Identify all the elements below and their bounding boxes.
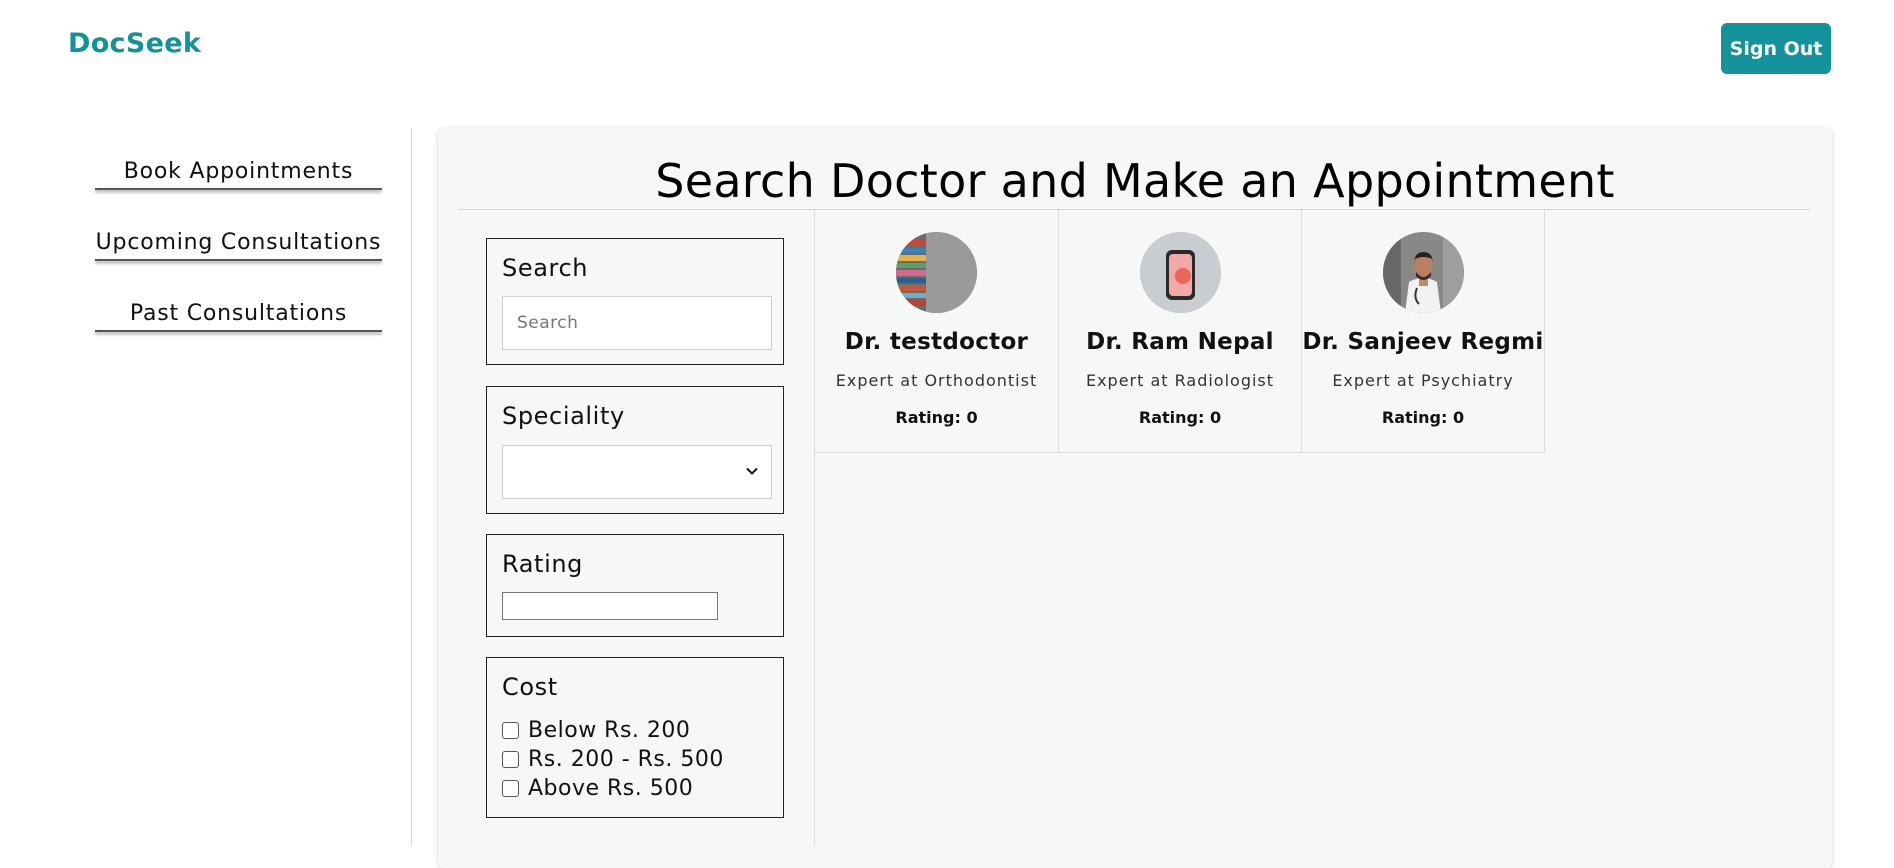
doctor-name: Dr. testdoctor [844,329,1029,355]
checkbox[interactable] [502,722,519,739]
doctor-avatar [1140,232,1221,313]
main-panel: Search Doctor and Make an Appointment Se… [438,128,1832,868]
doctor-speciality: Expert at Orthodontist [835,371,1038,390]
cost-option-label: Above Rs. 500 [528,776,694,801]
speciality-filter-label: Speciality [502,402,625,430]
sidebar-divider [411,128,412,846]
search-filter-label: Search [502,254,589,282]
sign-out-button[interactable]: Sign Out [1721,23,1831,74]
phone-photo-icon [1140,232,1221,313]
checkbox[interactable] [502,780,519,797]
cost-filter: Cost Below Rs. 200 Rs. 200 - Rs. 500 Abo… [486,657,784,818]
doctor-avatar [896,232,977,313]
cost-filter-label: Cost [502,673,558,701]
search-filter: Search [486,238,784,365]
doctor-rating: Rating: 0 [1381,408,1465,427]
cost-option-label: Below Rs. 200 [528,718,691,743]
brand-logo[interactable]: DocSeek [68,28,201,59]
doctor-photo-icon [1383,232,1464,313]
doctor-rating: Rating: 0 [1138,408,1222,427]
doctor-speciality: Expert at Psychiatry [1332,371,1514,390]
doctor-card[interactable]: Dr. testdoctor Expert at Orthodontist Ra… [815,210,1059,453]
cost-option-below-200[interactable]: Below Rs. 200 [502,716,690,745]
sidebar-item-book-appointments[interactable]: Book Appointments [95,159,382,190]
speciality-filter: Speciality [486,386,784,514]
doctor-card[interactable]: Dr. Sanjeev Regmi Expert at Psychiatry R… [1301,210,1545,453]
cost-option-above-500[interactable]: Above Rs. 500 [502,774,693,803]
doctor-avatar [1383,232,1464,313]
speciality-select[interactable] [502,445,772,499]
page-title: Search Doctor and Make an Appointment [655,154,1615,208]
search-input[interactable] [502,296,772,350]
rating-filter-label: Rating [502,550,583,578]
doctor-rating: Rating: 0 [895,408,978,427]
sidebar-item-past-consultations[interactable]: Past Consultations [95,301,382,332]
cost-option-200-500[interactable]: Rs. 200 - Rs. 500 [502,745,724,774]
rating-input[interactable] [502,592,718,620]
checkbox[interactable] [502,751,519,768]
doctor-speciality: Expert at Radiologist [1085,371,1275,390]
rating-filter: Rating [486,534,784,637]
doctor-card[interactable]: Dr. Ram Nepal Expert at Radiologist Rati… [1058,210,1302,453]
cost-option-label: Rs. 200 - Rs. 500 [528,747,724,772]
doctor-name: Dr. Ram Nepal [1086,329,1274,355]
books-photo-icon [896,232,977,313]
chevron-down-icon [746,467,758,475]
sidebar-item-upcoming-consultations[interactable]: Upcoming Consultations [95,230,382,261]
doctor-name: Dr. Sanjeev Regmi [1302,329,1544,355]
